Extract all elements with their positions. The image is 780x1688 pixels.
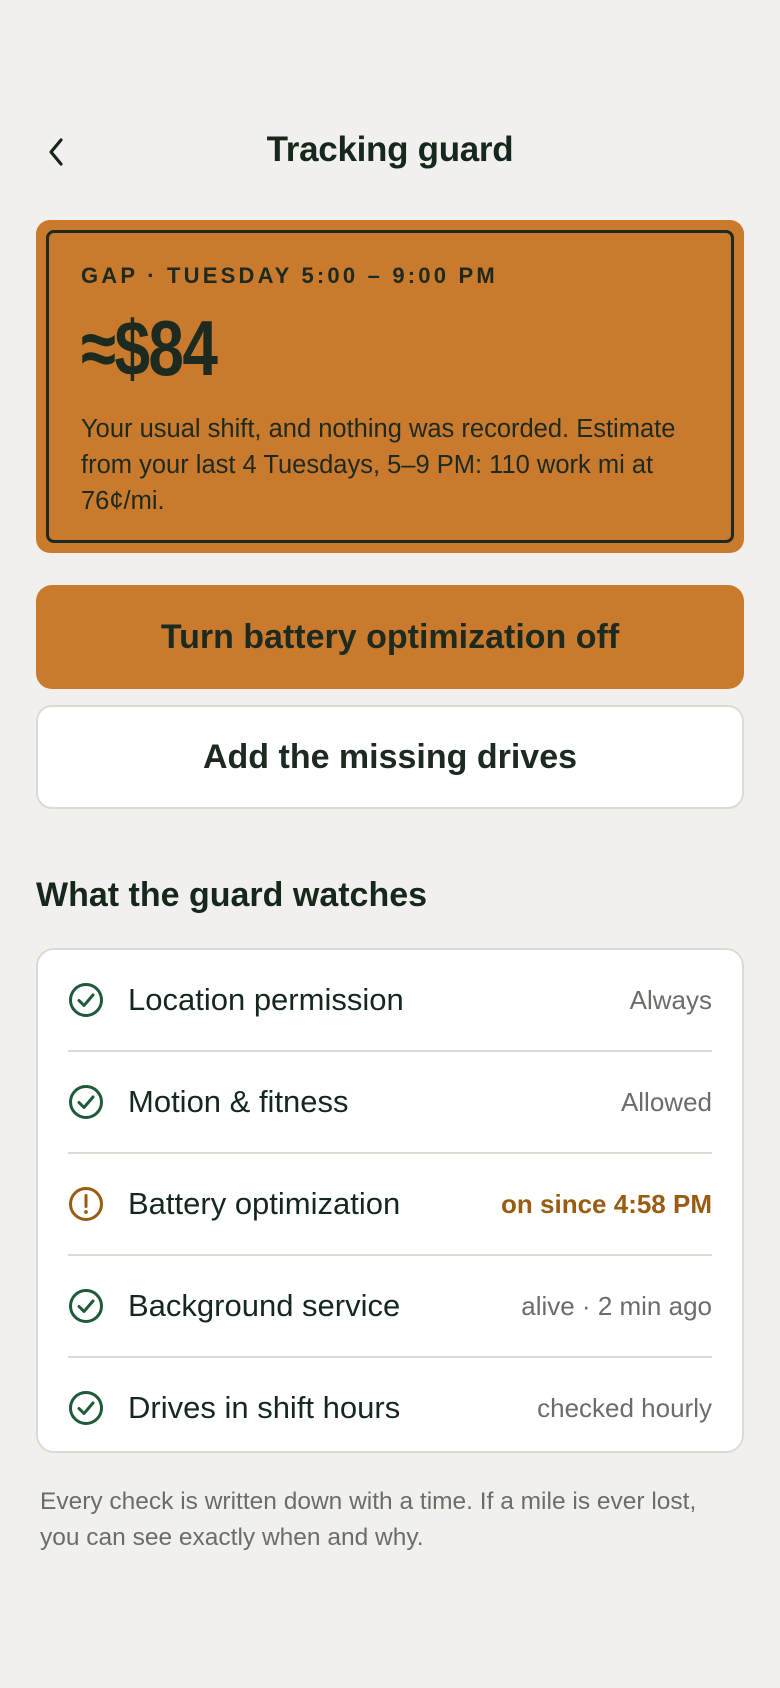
check-circle-icon bbox=[69, 1085, 103, 1119]
row-value: alive · 2 min ago bbox=[521, 1290, 712, 1321]
row-label: Drives in shift hours bbox=[128, 1390, 401, 1425]
list-item: Location permission Always bbox=[68, 950, 712, 1052]
check-circle-icon bbox=[69, 1289, 103, 1323]
turn-battery-optimization-off-button[interactable]: Turn battery optimization off bbox=[36, 585, 744, 689]
gap-alert-card: GAP · TUESDAY 5:00 – 9:00 PM ≈$84 Your u… bbox=[36, 220, 744, 553]
list-item: Background service alive · 2 min ago bbox=[68, 1256, 712, 1358]
gap-label: GAP · TUESDAY 5:00 – 9:00 PM bbox=[81, 263, 498, 288]
add-missing-drives-button[interactable]: Add the missing drives bbox=[36, 705, 744, 809]
row-label: Background service bbox=[128, 1288, 401, 1323]
alert-circle-icon bbox=[69, 1187, 103, 1221]
row-label: Location permission bbox=[128, 982, 404, 1017]
list-item: Drives in shift hours checked hourly bbox=[68, 1358, 712, 1458]
row-value-warning: on since 4:58 PM bbox=[501, 1188, 712, 1219]
header: Tracking guard bbox=[0, 118, 780, 188]
gap-alert-inner: GAP · TUESDAY 5:00 – 9:00 PM ≈$84 Your u… bbox=[46, 230, 734, 543]
section-title: What the guard watches bbox=[36, 876, 428, 914]
footnote: Every check is written down with a time.… bbox=[40, 1488, 697, 1551]
row-value: Allowed bbox=[620, 1086, 712, 1117]
row-value: Always bbox=[629, 984, 712, 1015]
row-value: checked hourly bbox=[537, 1392, 712, 1423]
check-circle-icon bbox=[69, 1391, 103, 1425]
row-label: Battery optimization bbox=[128, 1186, 401, 1221]
list-item: Motion & fitness Allowed bbox=[68, 1052, 712, 1154]
watch-list: Location permission Always Motion & fitn… bbox=[36, 948, 744, 1453]
row-label: Motion & fitness bbox=[128, 1084, 349, 1119]
gap-amount: ≈$84 bbox=[81, 304, 218, 392]
gap-description: Your usual shift, and nothing was record… bbox=[81, 415, 676, 515]
page-title: Tracking guard bbox=[266, 130, 514, 169]
check-circle-icon bbox=[69, 983, 103, 1017]
list-item: Battery optimization on since 4:58 PM bbox=[68, 1154, 712, 1256]
